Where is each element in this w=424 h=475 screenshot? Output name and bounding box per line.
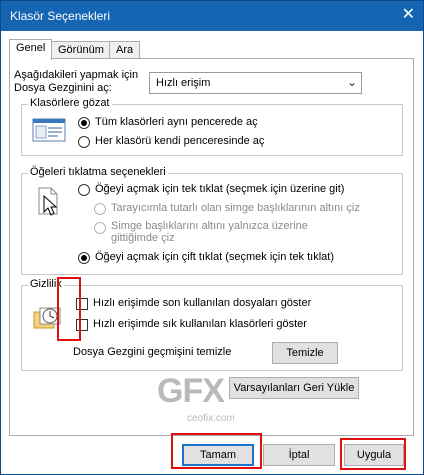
clear-history-button[interactable]: Temizle: [272, 342, 338, 364]
radio-single-click[interactable]: [78, 184, 90, 196]
click-items-title: Öğeleri tıklatma seçenekleri: [28, 166, 168, 178]
radio-underline-browser-label[interactable]: Tarayıcımla tutarlı olan simge başlıklar…: [111, 202, 360, 214]
tab-general[interactable]: Genel: [9, 39, 53, 60]
tab-search[interactable]: Ara: [109, 41, 141, 59]
radio-own-window[interactable]: [78, 136, 90, 148]
browse-folders-group: Klasörlere gözat Tüm klasörleri aynı pen…: [21, 97, 403, 156]
close-icon[interactable]: ✕: [402, 7, 415, 23]
radio-underline-browser[interactable]: [94, 203, 106, 215]
window-title: Klasör Seçenekleri: [10, 9, 111, 23]
watermark-logo: GFX: [157, 372, 225, 410]
open-explorer-label-line1: Aşağıdakileri yapmak için: [14, 69, 139, 81]
click-items-group: Öğeleri tıklatma seçenekleri Öğeyi açmak…: [21, 166, 403, 275]
open-explorer-label-line2: Dosya Gezginini aç:: [14, 82, 112, 94]
radio-underline-hover[interactable]: [94, 222, 106, 234]
checkbox-frequent-folders[interactable]: [76, 319, 88, 331]
cancel-button[interactable]: İptal: [263, 444, 335, 466]
radio-own-window-label[interactable]: Her klasörü kendi penceresinde aç: [95, 135, 264, 147]
privacy-title: Gizlilik: [28, 278, 64, 290]
checkbox-recent-files[interactable]: [76, 298, 88, 310]
watermark-text: ceofix.com: [187, 413, 235, 424]
checkbox-frequent-folders-label[interactable]: Hızlı erişimde sık kullanılan klasörleri…: [93, 318, 307, 330]
radio-underline-hover-label-line2[interactable]: gittiğimde çiz: [111, 232, 175, 244]
apply-button[interactable]: Uygula: [344, 444, 404, 466]
chevron-down-icon: ⌄: [346, 75, 357, 89]
checkbox-recent-files-label[interactable]: Hızlı erişimde son kullanılan dosyaları …: [93, 297, 311, 309]
clear-history-label: Dosya Gezgini geçmişini temizle: [73, 346, 232, 358]
tab-view[interactable]: Görünüm: [51, 41, 111, 59]
open-explorer-select[interactable]: Hızlı erişim ⌄: [149, 72, 362, 94]
clock-folder-icon: [33, 307, 61, 329]
browse-folders-title: Klasörlere gözat: [28, 97, 112, 109]
ok-button[interactable]: Tamam: [182, 444, 254, 466]
radio-double-click[interactable]: [78, 252, 90, 264]
window-icon: [32, 118, 66, 142]
radio-underline-hover-label-line1[interactable]: Simge başlıklarını altını yalnızca üzeri…: [111, 220, 308, 232]
folder-options-dialog: Klasör Seçenekleri ✕ Genel Görünüm Ara A…: [0, 0, 424, 475]
restore-defaults-button[interactable]: Varsayılanları Geri Yükle: [229, 377, 359, 399]
radio-single-click-label[interactable]: Öğeyi açmak için tek tıklat (seçmek için…: [95, 183, 344, 195]
privacy-group: Gizlilik Hızlı erişimde son kullanılan d…: [21, 278, 403, 371]
radio-same-window-label[interactable]: Tüm klasörleri aynı pencerede aç: [95, 116, 258, 128]
radio-double-click-label[interactable]: Öğeyi açmak için çift tıklat (seçmek içi…: [95, 251, 334, 263]
radio-same-window[interactable]: [78, 117, 90, 129]
title-bar[interactable]: Klasör Seçenekleri ✕: [1, 1, 423, 31]
click-pointer-icon: [38, 187, 58, 216]
open-explorer-select-value: Hızlı erişim: [156, 77, 211, 89]
